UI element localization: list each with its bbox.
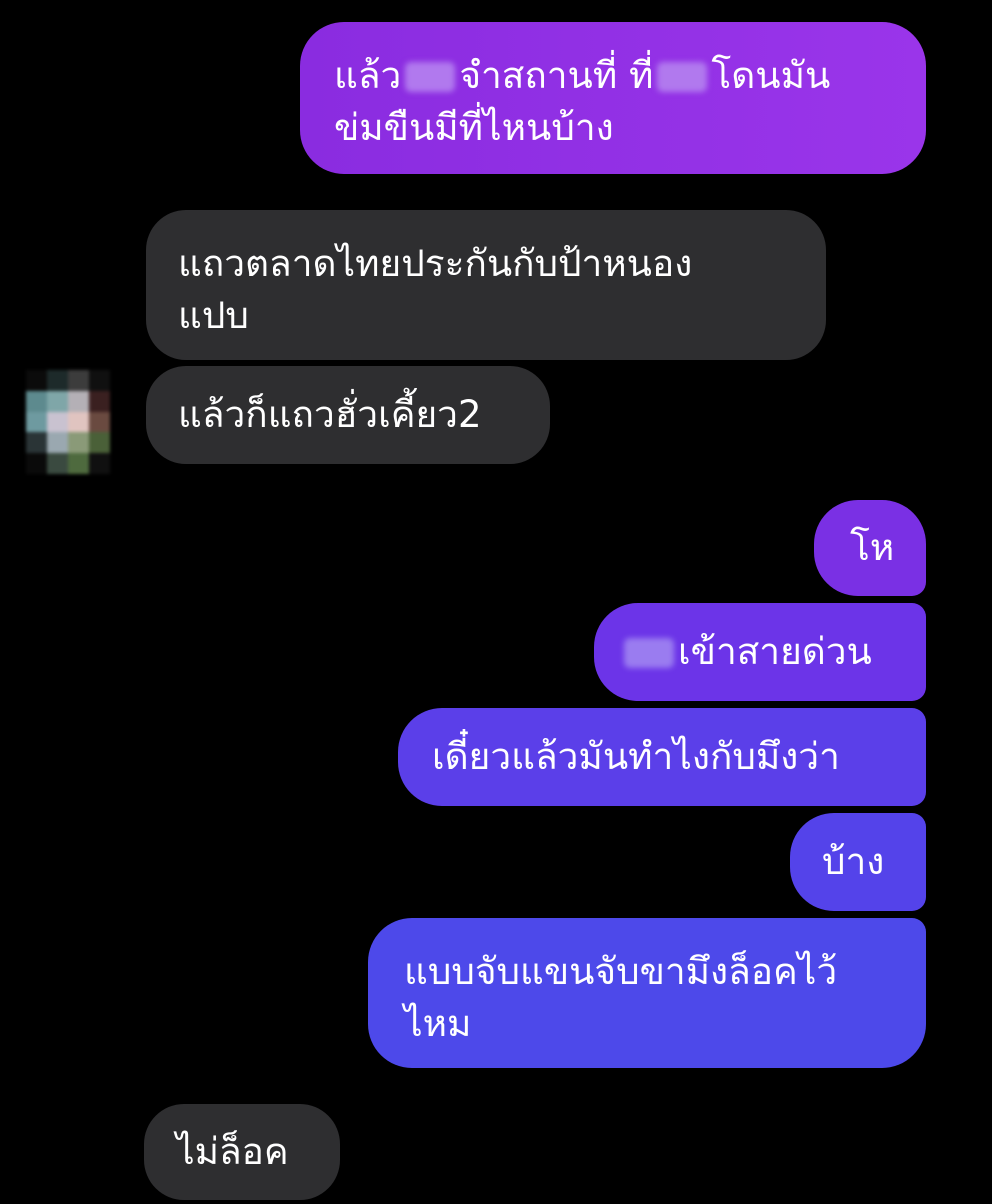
message-text: โดนมัน xyxy=(711,54,831,97)
message-text: แล้วก็แถวฮั่วเคี้ยว2 xyxy=(178,393,482,436)
message-text: เข้าสายด่วน xyxy=(678,630,872,673)
message-text: แล้ว xyxy=(334,54,402,97)
message-text: แบบจับแขนจับขามึงล็อคไว้ xyxy=(404,950,838,993)
message-bubble-sent[interactable]: เข้าสายด่วน xyxy=(594,603,926,701)
message-bubble-sent[interactable]: เดี๋ยวแล้วมันทำไงกับมึงว่า xyxy=(398,708,926,806)
message-line: เข้าสายด่วน xyxy=(624,626,896,678)
message-text: จำสถานที่ ที่ xyxy=(459,54,654,97)
redacted-name xyxy=(405,62,456,92)
message-text: ข่มขืนมีที่ไหนบ้าง xyxy=(334,106,614,149)
message-text: บ้าง xyxy=(822,840,885,883)
message-text: แถวตลาดไทยประกันกับป้าหนอง xyxy=(178,242,693,285)
message-text: โห xyxy=(850,526,895,569)
redacted-name xyxy=(624,638,674,668)
message-bubble-sent[interactable]: แล้ว จำสถานที่ ที่ โดนมัน ข่มขืนมีที่ไหนบ้… xyxy=(300,22,926,174)
message-bubble-received[interactable]: แถวตลาดไทยประกันกับป้าหนอง แปบ xyxy=(146,210,826,360)
message-bubble-received[interactable]: ไม่ล็อค xyxy=(144,1104,340,1200)
message-bubble-sent[interactable]: โห xyxy=(814,500,926,596)
message-text: ไหม xyxy=(404,1002,472,1045)
message-bubble-received[interactable]: แล้วก็แถวฮั่วเคี้ยว2 xyxy=(146,366,550,464)
sender-avatar[interactable] xyxy=(26,370,110,474)
message-text: ไม่ล็อค xyxy=(176,1130,289,1173)
redacted-name xyxy=(657,62,708,92)
message-bubble-sent[interactable]: แบบจับแขนจับขามึงล็อคไว้ ไหม xyxy=(368,918,926,1068)
message-bubble-sent[interactable]: บ้าง xyxy=(790,813,926,911)
message-text: แปบ xyxy=(178,294,249,337)
message-text: เดี๋ยวแล้วมันทำไงกับมึงว่า xyxy=(432,735,840,778)
message-line: แล้ว จำสถานที่ ที่ โดนมัน xyxy=(334,50,892,102)
